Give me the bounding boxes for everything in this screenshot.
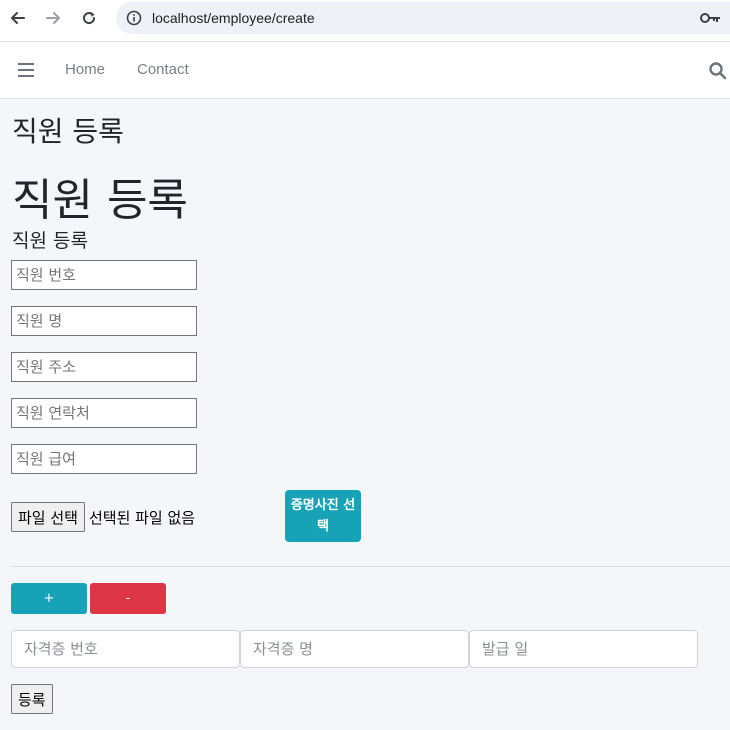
browser-toolbar: localhost/employee/create <box>0 0 730 42</box>
employee-address-input[interactable] <box>11 352 197 382</box>
app-navbar: Home Contact <box>0 42 730 99</box>
nav-link-contact[interactable]: Contact <box>137 61 189 78</box>
page-heading: 직원 등록 <box>12 175 188 226</box>
page-title: 직원 등록 <box>12 115 124 148</box>
file-input: 파일 선택 선택된 파일 없음 <box>11 502 195 532</box>
back-button[interactable] <box>8 8 28 28</box>
choose-file-button[interactable]: 파일 선택 <box>11 502 85 532</box>
site-info-icon[interactable] <box>126 10 142 30</box>
reload-button[interactable] <box>79 8 99 28</box>
nav-link-home[interactable]: Home <box>65 61 105 78</box>
remove-certificate-button[interactable]: - <box>90 583 166 614</box>
form-legend: 직원 등록 <box>12 230 88 252</box>
select-photo-button[interactable]: 증명사진 선택 <box>285 490 361 542</box>
employee-contact-input[interactable] <box>11 398 197 428</box>
address-bar[interactable]: localhost/employee/create <box>116 2 730 34</box>
add-certificate-button[interactable]: + <box>11 583 87 614</box>
url-text: localhost/employee/create <box>152 10 315 26</box>
certificate-issue-date-input[interactable] <box>469 630 698 668</box>
arrow-left-icon <box>11 12 25 24</box>
search-icon[interactable] <box>708 61 728 85</box>
arrow-right-icon <box>46 12 60 24</box>
employee-name-input[interactable] <box>11 306 197 336</box>
reload-icon <box>83 12 96 25</box>
certificate-name-input[interactable] <box>240 630 469 668</box>
divider <box>11 566 730 567</box>
key-icon[interactable] <box>700 10 722 29</box>
certificate-number-input[interactable] <box>11 630 240 668</box>
menu-icon[interactable] <box>18 63 34 77</box>
file-status: 선택된 파일 없음 <box>88 508 196 527</box>
employee-salary-input[interactable] <box>11 444 197 474</box>
submit-button[interactable]: 등록 <box>11 684 53 714</box>
employee-number-input[interactable] <box>11 260 197 290</box>
forward-button[interactable] <box>43 8 63 28</box>
